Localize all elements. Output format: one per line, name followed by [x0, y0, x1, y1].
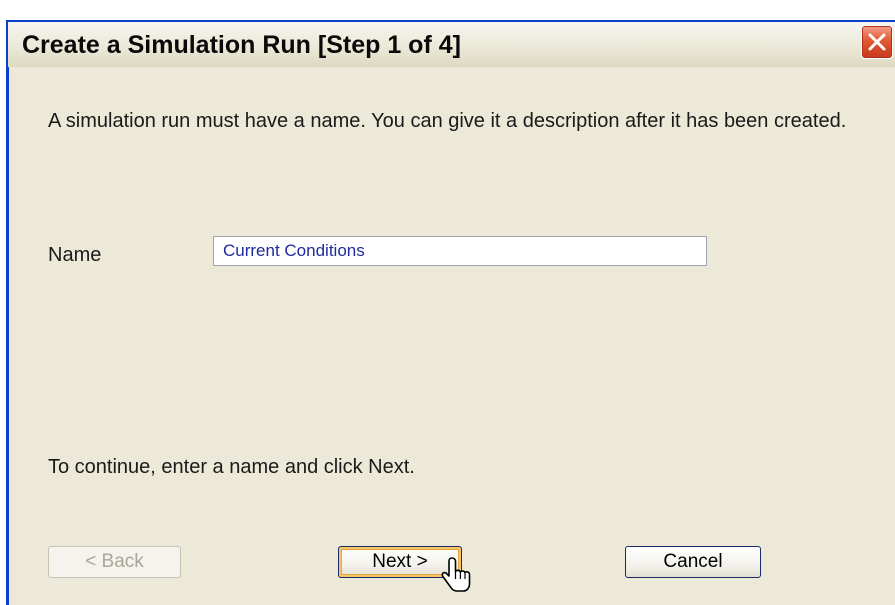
- dialog-window: Create a Simulation Run [Step 1 of 4] A …: [0, 0, 895, 605]
- cancel-button[interactable]: Cancel: [625, 546, 761, 578]
- hand-pointer-icon: [441, 557, 471, 592]
- hint-text: To continue, enter a name and click Next…: [48, 456, 415, 478]
- name-label: Name: [48, 244, 102, 266]
- back-button[interactable]: < Back: [48, 546, 181, 578]
- title-bar[interactable]: Create a Simulation Run [Step 1 of 4]: [8, 22, 895, 67]
- intro-text: A simulation run must have a name. You c…: [48, 110, 847, 132]
- name-field[interactable]: [213, 236, 707, 266]
- window-title: Create a Simulation Run [Step 1 of 4]: [22, 31, 461, 59]
- close-button[interactable]: [861, 25, 893, 59]
- close-icon: [868, 33, 886, 51]
- dialog-content: A simulation run must have a name. You c…: [9, 67, 895, 605]
